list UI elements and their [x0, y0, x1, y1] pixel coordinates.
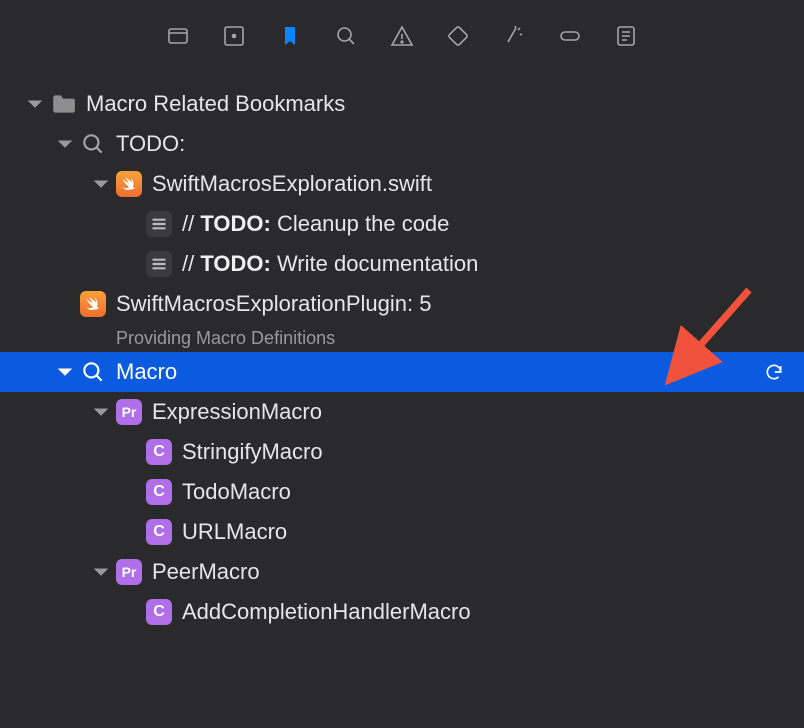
class-label: AddCompletionHandlerMacro — [182, 599, 471, 625]
tree-group-todo[interactable]: TODO: — [0, 124, 804, 164]
lines-icon — [146, 251, 172, 277]
tree-todo-item[interactable]: // TODO: Cleanup the code — [0, 204, 804, 244]
tags-icon[interactable] — [446, 24, 470, 48]
search-icon[interactable] — [334, 24, 358, 48]
swift-icon — [80, 291, 106, 317]
chevron-down-icon[interactable] — [56, 135, 74, 153]
protocol-icon: Pr — [116, 399, 142, 425]
bookmarks-tree: Macro Related Bookmarks TODO: SwiftMacro… — [0, 64, 804, 632]
root-label: Macro Related Bookmarks — [86, 91, 345, 117]
class-icon: C — [146, 479, 172, 505]
plugin-label: SwiftMacrosExplorationPlugin: 5 — [116, 291, 431, 317]
swift-icon — [116, 171, 142, 197]
capsule-icon[interactable] — [558, 24, 582, 48]
chevron-down-icon[interactable] — [92, 175, 110, 193]
outline-icon[interactable] — [614, 24, 638, 48]
navigator-toolbar — [0, 0, 804, 64]
folder-icon — [50, 91, 76, 117]
tree-item-subtitle: Providing Macro Definitions — [0, 324, 804, 352]
bookmarks-icon[interactable] — [278, 24, 302, 48]
class-label: URLMacro — [182, 519, 287, 545]
magnifier-icon — [80, 131, 106, 157]
chevron-down-icon[interactable] — [92, 403, 110, 421]
tree-item-class[interactable]: C AddCompletionHandlerMacro — [0, 592, 804, 632]
effects-icon[interactable] — [502, 24, 526, 48]
warnings-icon[interactable] — [390, 24, 414, 48]
tree-group-expressionmacro[interactable]: Pr ExpressionMacro — [0, 392, 804, 432]
tree-todo-item[interactable]: // TODO: Write documentation — [0, 244, 804, 284]
group-label: TODO: — [116, 131, 185, 157]
class-label: StringifyMacro — [182, 439, 323, 465]
file-label: SwiftMacrosExploration.swift — [152, 171, 432, 197]
lines-icon — [146, 211, 172, 237]
class-icon: C — [146, 439, 172, 465]
chevron-down-icon[interactable] — [26, 95, 44, 113]
tree-item-class[interactable]: C TodoMacro — [0, 472, 804, 512]
plugin-subtitle: Providing Macro Definitions — [116, 328, 335, 349]
group-label: Macro — [116, 359, 177, 385]
tree-group-macro[interactable]: Macro — [0, 352, 804, 392]
class-icon: C — [146, 519, 172, 545]
tree-item-class[interactable]: C URLMacro — [0, 512, 804, 552]
todo-label: // TODO: Write documentation — [182, 251, 478, 277]
group-label: PeerMacro — [152, 559, 260, 585]
files-icon[interactable] — [166, 24, 190, 48]
tree-root[interactable]: Macro Related Bookmarks — [0, 84, 804, 124]
chevron-down-icon[interactable] — [92, 563, 110, 581]
protocol-icon: Pr — [116, 559, 142, 585]
group-label: ExpressionMacro — [152, 399, 322, 425]
tree-item-class[interactable]: C StringifyMacro — [0, 432, 804, 472]
tree-group-peermacro[interactable]: Pr PeerMacro — [0, 552, 804, 592]
class-label: TodoMacro — [182, 479, 291, 505]
focus-icon[interactable] — [222, 24, 246, 48]
class-icon: C — [146, 599, 172, 625]
todo-label: // TODO: Cleanup the code — [182, 211, 449, 237]
chevron-down-icon[interactable] — [56, 363, 74, 381]
magnifier-icon — [80, 359, 106, 385]
tree-file-swift[interactable]: SwiftMacrosExploration.swift — [0, 164, 804, 204]
tree-item-plugin[interactable]: SwiftMacrosExplorationPlugin: 5 — [0, 284, 804, 324]
refresh-icon[interactable] — [762, 360, 786, 384]
